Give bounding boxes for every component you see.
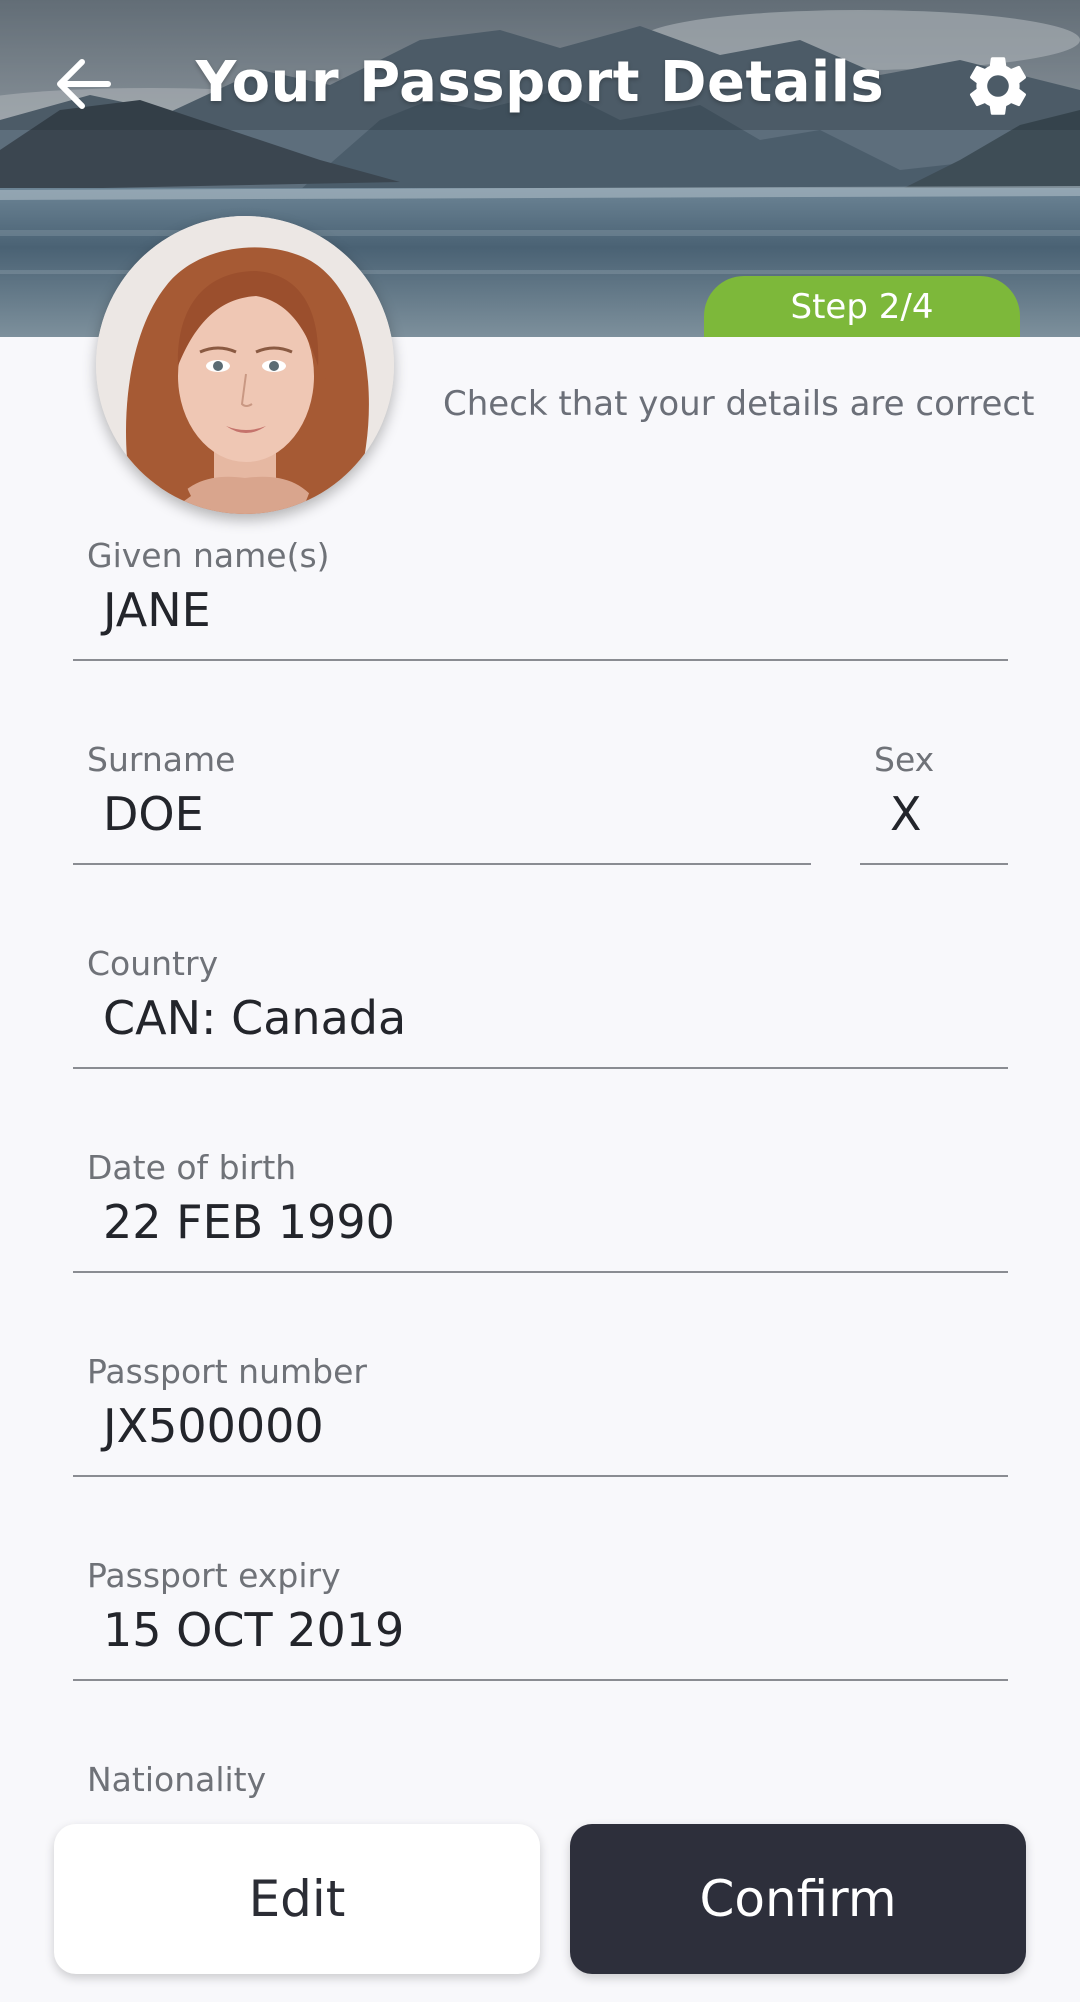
given-names-field[interactable]: Given name(s) JANE — [73, 536, 1008, 661]
settings-button[interactable] — [962, 50, 1034, 122]
confirm-button[interactable]: Confirm — [570, 1824, 1026, 1974]
gear-icon — [969, 57, 1027, 115]
passport-number-value: JX500000 — [103, 1399, 324, 1453]
surname-underline — [73, 863, 811, 865]
step-indicator: Step 2/4 — [704, 276, 1020, 337]
nationality-label: Nationality — [87, 1760, 267, 1798]
passport-number-underline — [73, 1475, 1008, 1477]
dob-field[interactable]: Date of birth 22 FEB 1990 — [73, 1148, 1008, 1273]
avatar — [96, 216, 394, 514]
surname-value: DOE — [103, 787, 204, 841]
sex-field[interactable]: Sex X — [860, 740, 1008, 865]
sex-label: Sex — [874, 740, 935, 779]
sex-underline — [860, 863, 1008, 865]
passport-expiry-value: 15 OCT 2019 — [103, 1603, 405, 1657]
surname-field[interactable]: Surname DOE — [73, 740, 811, 865]
given-names-underline — [73, 659, 1008, 661]
page-title: Your Passport Details — [195, 50, 885, 115]
given-names-value: JANE — [103, 583, 211, 637]
country-label: Country — [87, 944, 219, 983]
passport-expiry-underline — [73, 1679, 1008, 1681]
passport-expiry-field[interactable]: Passport expiry 15 OCT 2019 — [73, 1556, 1008, 1681]
passport-expiry-label: Passport expiry — [87, 1556, 341, 1595]
passport-details-screen: Your Passport Details Step 2/4 Check tha… — [0, 0, 1080, 2002]
instruction-text: Check that your details are correct — [443, 384, 1035, 424]
country-field[interactable]: Country CAN: Canada — [73, 944, 1008, 1069]
surname-label: Surname — [87, 740, 236, 779]
dob-underline — [73, 1271, 1008, 1273]
given-names-label: Given name(s) — [87, 536, 330, 575]
passport-photo — [96, 216, 394, 514]
sex-value: X — [890, 787, 922, 841]
edit-button[interactable]: Edit — [54, 1824, 540, 1974]
dob-label: Date of birth — [87, 1148, 297, 1187]
passport-number-label: Passport number — [87, 1352, 367, 1391]
dob-value: 22 FEB 1990 — [103, 1195, 395, 1249]
passport-number-field[interactable]: Passport number JX500000 — [73, 1352, 1008, 1477]
country-value: CAN: Canada — [103, 991, 407, 1045]
nationality-field[interactable]: Nationality — [87, 1760, 1008, 1798]
country-underline — [73, 1067, 1008, 1069]
